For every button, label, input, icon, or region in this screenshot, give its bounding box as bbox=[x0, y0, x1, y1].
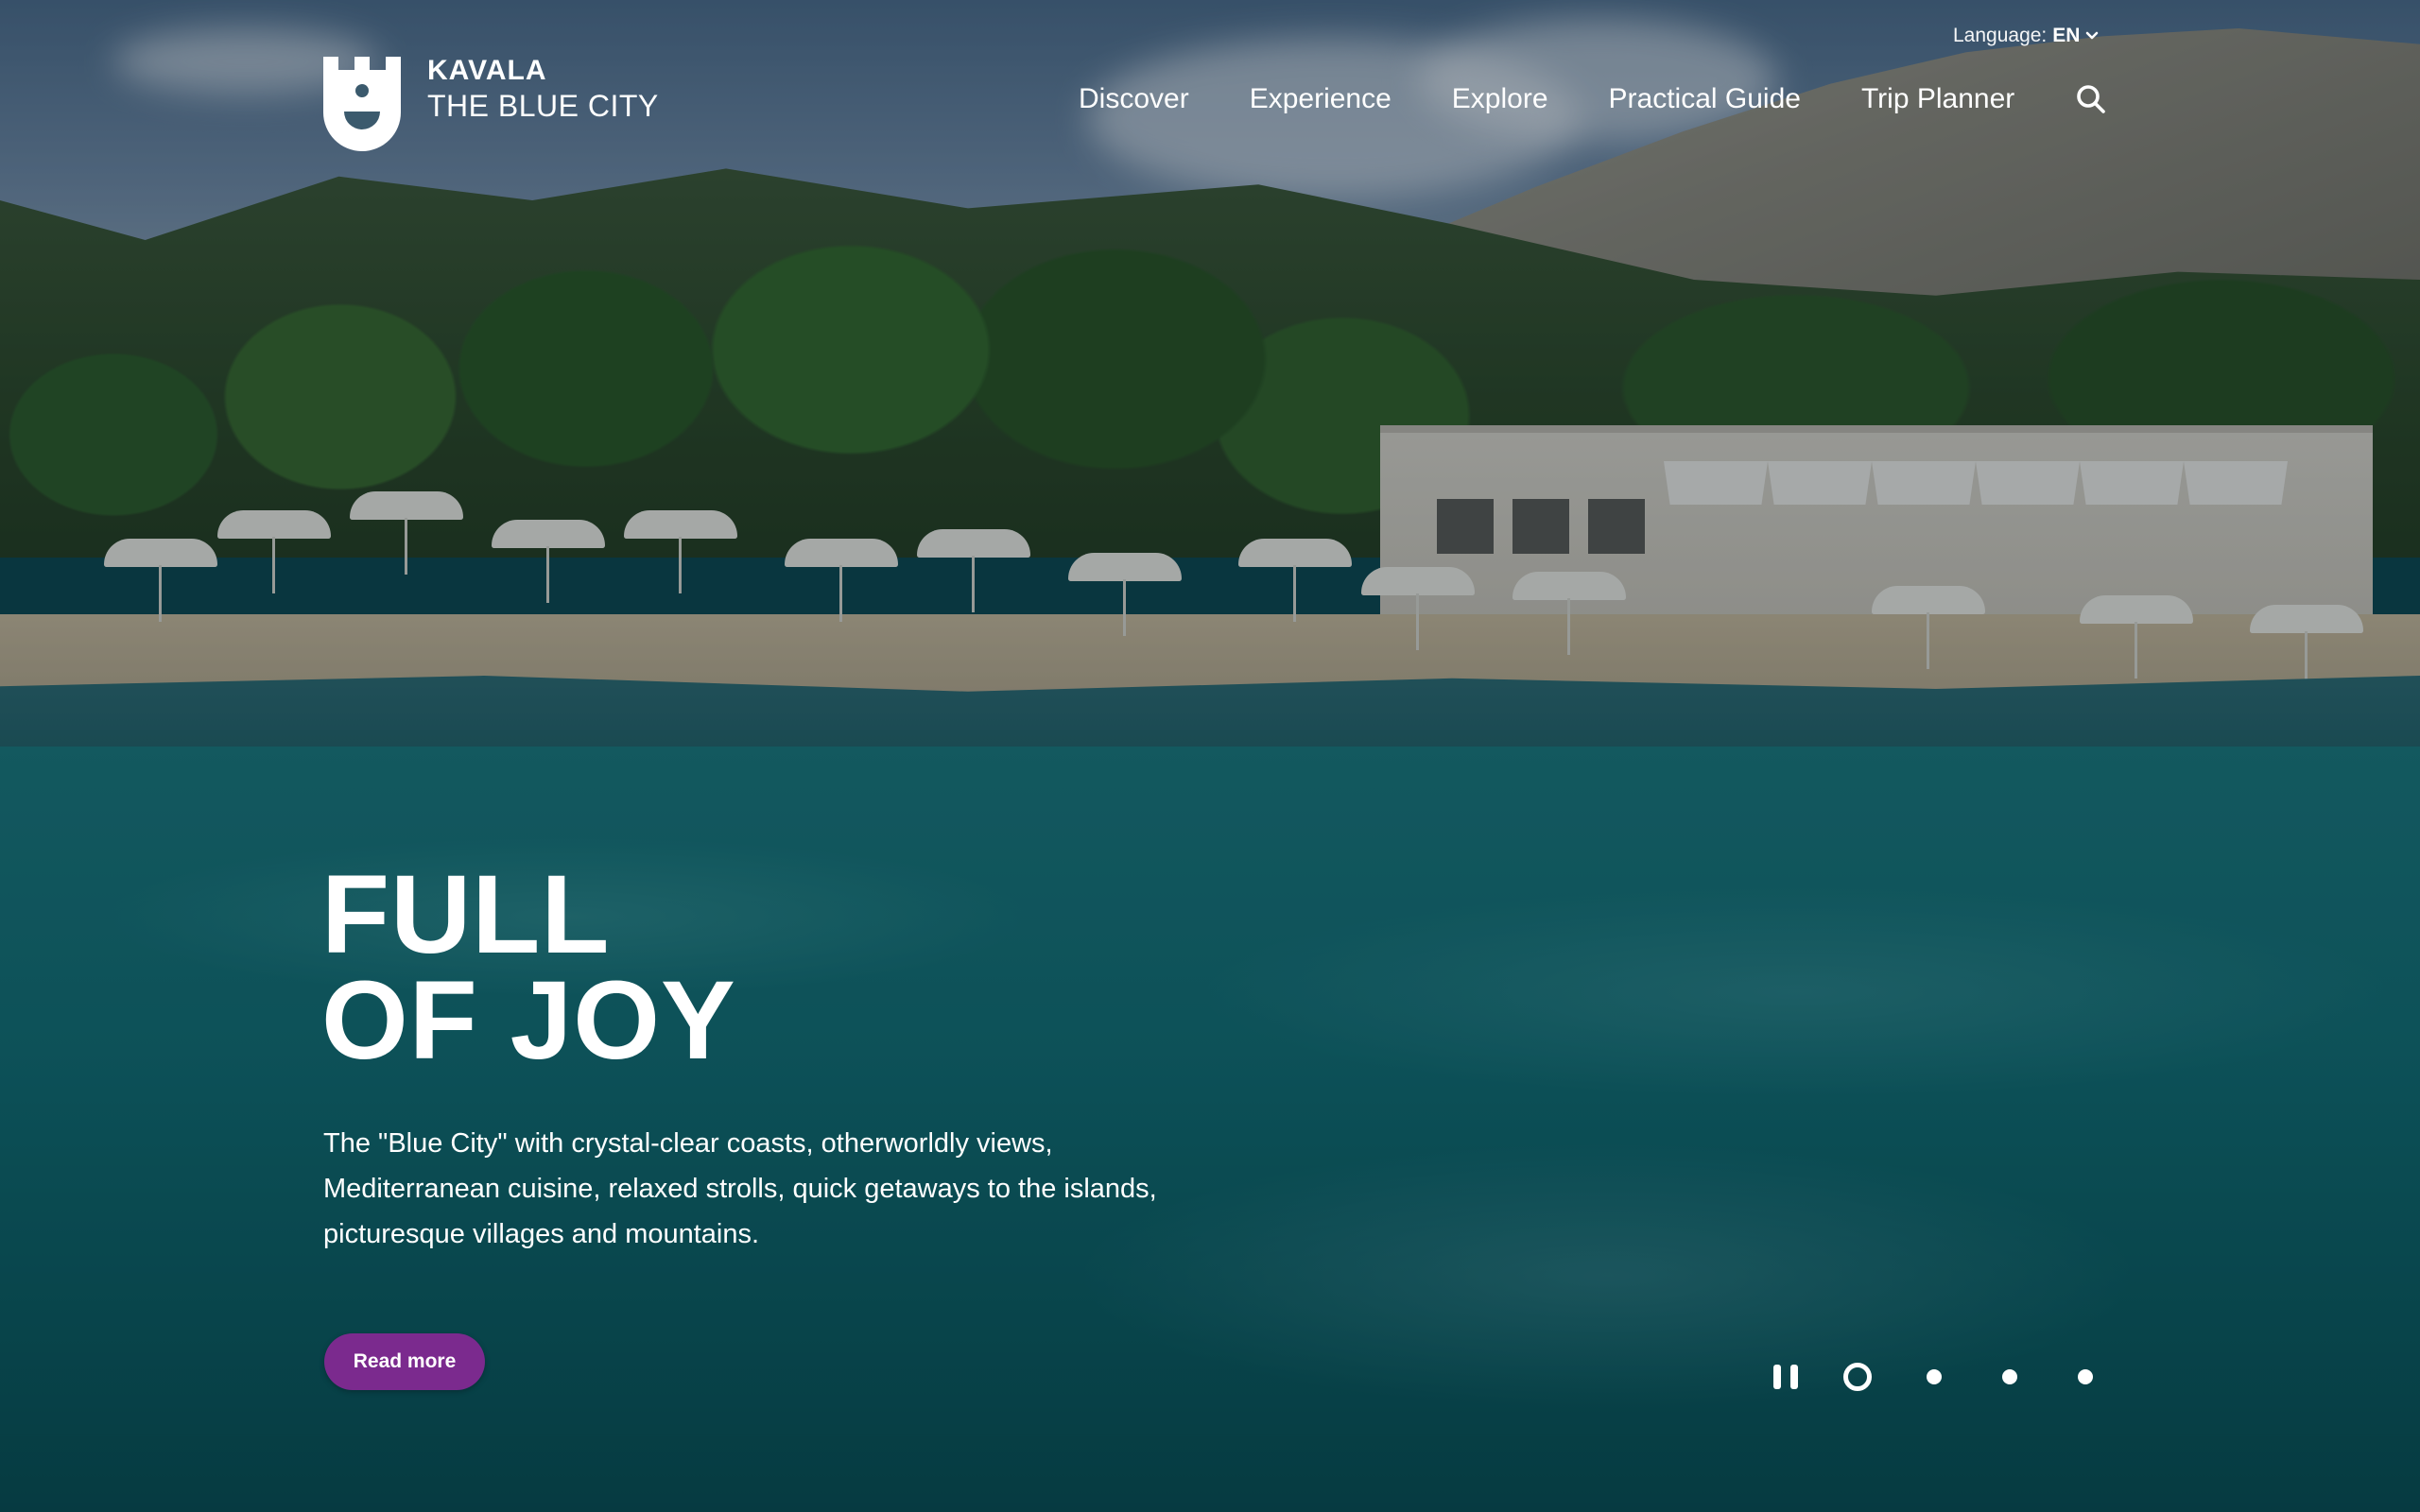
site-logo[interactable]: KAVALA THE BLUE CITY bbox=[323, 57, 659, 151]
slide-dot-4[interactable] bbox=[2078, 1369, 2093, 1384]
search-icon[interactable] bbox=[2075, 83, 2107, 115]
main-nav: Discover Experience Explore Practical Gu… bbox=[1079, 83, 2107, 115]
slide-dot-2[interactable] bbox=[1927, 1369, 1942, 1384]
chevron-down-icon bbox=[2086, 31, 2099, 40]
hero-title-line-1: FULL bbox=[321, 852, 611, 977]
hero-title: FULL OF JOY bbox=[321, 852, 736, 1083]
castle-tower-smile-icon bbox=[323, 57, 401, 151]
language-selector[interactable]: Language: EN bbox=[1953, 25, 2099, 47]
pause-icon[interactable] bbox=[1773, 1363, 1798, 1391]
slide-dot-1[interactable] bbox=[1843, 1363, 1872, 1391]
slider-controls bbox=[1773, 1363, 2093, 1391]
read-more-button[interactable]: Read more bbox=[324, 1333, 485, 1390]
nav-item-explore[interactable]: Explore bbox=[1452, 83, 1548, 115]
dim-overlay bbox=[0, 0, 2420, 1512]
hero-description: The "Blue City" with crystal-clear coast… bbox=[323, 1128, 1157, 1249]
nav-item-experience[interactable]: Experience bbox=[1250, 83, 1392, 115]
language-value: EN bbox=[2052, 25, 2081, 46]
logo-title: KAVALA bbox=[427, 55, 547, 86]
language-label: Language: bbox=[1953, 25, 2048, 46]
nav-item-practical-guide[interactable]: Practical Guide bbox=[1609, 83, 1801, 115]
hero-title-line-2: OF JOY bbox=[321, 958, 736, 1083]
nav-item-trip-planner[interactable]: Trip Planner bbox=[1861, 83, 2014, 115]
nav-item-discover[interactable]: Discover bbox=[1079, 83, 1189, 115]
slide-dot-3[interactable] bbox=[2002, 1369, 2017, 1384]
logo-subtitle: THE BLUE CITY bbox=[427, 89, 659, 123]
hero-background bbox=[0, 0, 2420, 1512]
